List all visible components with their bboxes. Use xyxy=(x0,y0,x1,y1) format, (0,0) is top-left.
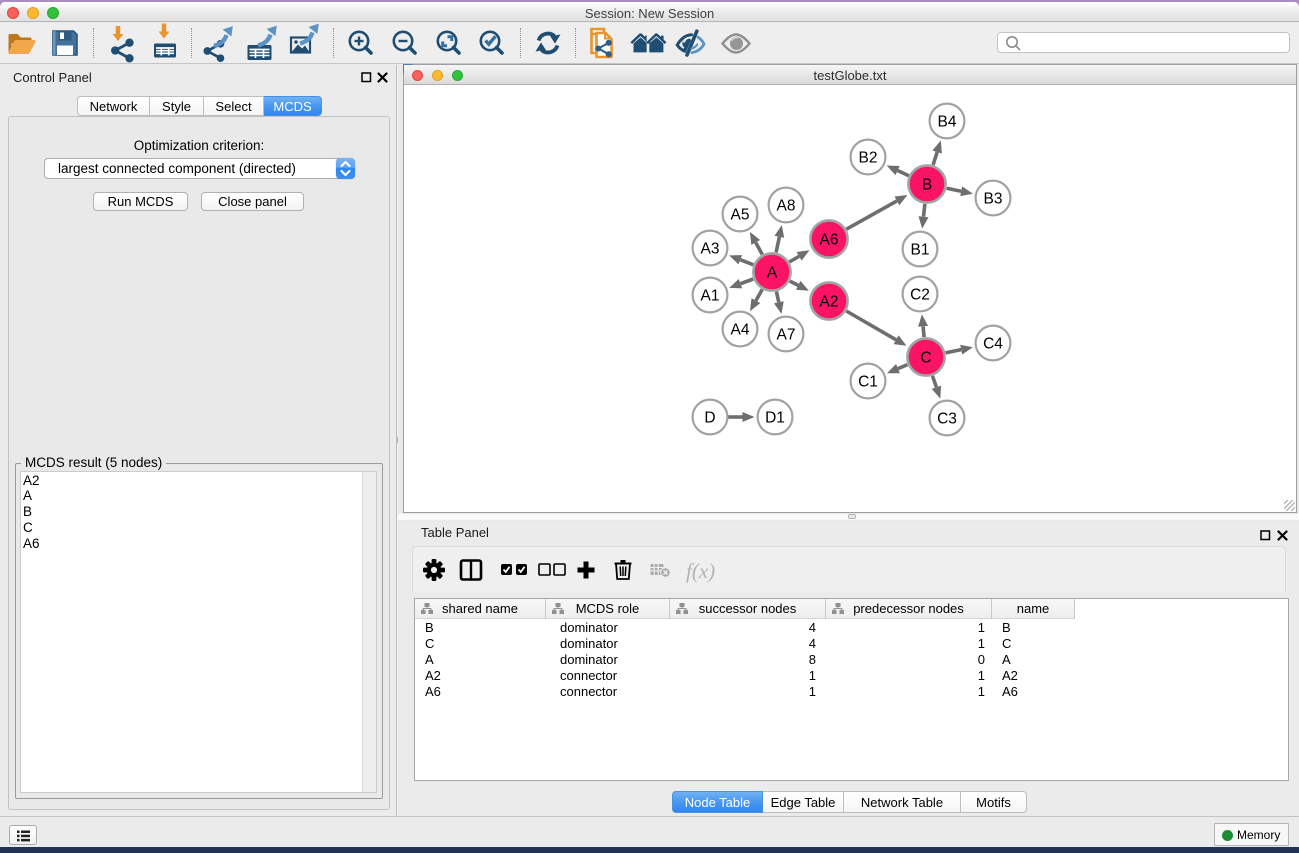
svg-text:A5: A5 xyxy=(731,207,750,224)
svg-text:C: C xyxy=(920,350,931,367)
svg-text:A6: A6 xyxy=(820,232,839,249)
svg-text:A2: A2 xyxy=(820,294,839,311)
svg-text:B3: B3 xyxy=(984,191,1003,208)
svg-text:D: D xyxy=(704,410,715,427)
svg-text:A: A xyxy=(767,265,778,282)
svg-text:f(x): f(x) xyxy=(686,559,715,583)
svg-text:D1: D1 xyxy=(765,410,785,427)
svg-text:A4: A4 xyxy=(731,322,750,339)
svg-text:A7: A7 xyxy=(777,327,796,344)
svg-text:A3: A3 xyxy=(701,241,720,258)
svg-text:C3: C3 xyxy=(937,411,957,428)
svg-text:C2: C2 xyxy=(910,287,930,304)
svg-text:A1: A1 xyxy=(701,288,720,305)
svg-text:B2: B2 xyxy=(859,150,878,167)
svg-text:B: B xyxy=(922,177,932,194)
svg-text:C4: C4 xyxy=(983,336,1003,353)
svg-text:B4: B4 xyxy=(938,114,957,131)
svg-text:A8: A8 xyxy=(777,198,796,215)
svg-text:B1: B1 xyxy=(911,242,930,259)
svg-text:C1: C1 xyxy=(858,374,878,391)
